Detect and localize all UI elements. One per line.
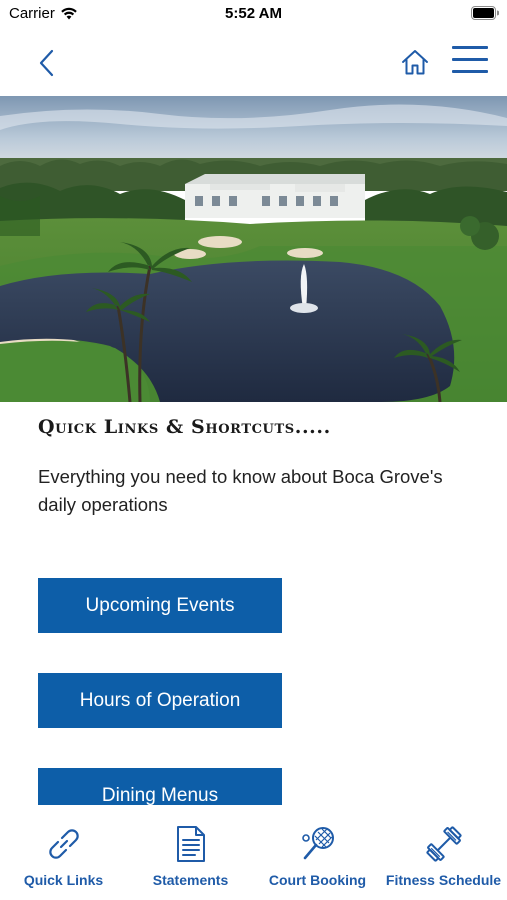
- hamburger-menu-icon: [452, 46, 488, 49]
- dining-menus-clip: Dining Menus: [38, 768, 282, 805]
- back-button[interactable]: [30, 46, 64, 80]
- section-title: Quick Links & Shortcuts.....: [38, 416, 331, 438]
- chevron-left-icon: [39, 49, 54, 77]
- home-icon: [402, 50, 428, 75]
- status-bar: Carrier 5:52 AM: [0, 0, 507, 28]
- document-icon: [127, 823, 254, 865]
- menu-line: [452, 58, 488, 61]
- battery-icon: [471, 6, 500, 25]
- dining-menus-button[interactable]: Dining Menus: [38, 768, 282, 805]
- nav-bar: [0, 36, 507, 88]
- tab-label: Statements: [152, 872, 229, 888]
- golf-course-image: [0, 96, 507, 402]
- dumbbell-icon: [380, 823, 507, 865]
- hours-of-operation-button[interactable]: Hours of Operation: [38, 673, 282, 728]
- tab-bar: Quick Links Statements Court Booking Fit…: [0, 805, 507, 900]
- menu-line: [452, 70, 488, 73]
- menu-button[interactable]: [449, 44, 491, 78]
- status-time: 5:52 AM: [225, 5, 282, 22]
- upcoming-events-button[interactable]: Upcoming Events: [38, 578, 282, 633]
- section-description: Everything you need to know about Boca G…: [38, 466, 443, 515]
- tab-fitness-schedule[interactable]: Fitness Schedule: [380, 805, 507, 900]
- tab-quick-links[interactable]: Quick Links: [0, 805, 127, 900]
- home-button[interactable]: [397, 44, 433, 80]
- tab-court-booking[interactable]: Court Booking: [254, 805, 381, 900]
- tennis-racket-icon: [254, 823, 381, 865]
- tab-statements[interactable]: Statements: [127, 805, 254, 900]
- tab-label: Fitness Schedule: [385, 872, 502, 888]
- link-icon: [0, 823, 127, 865]
- tab-label: Quick Links: [23, 872, 104, 888]
- hero-image: [0, 96, 507, 402]
- tab-label: Court Booking: [268, 872, 367, 888]
